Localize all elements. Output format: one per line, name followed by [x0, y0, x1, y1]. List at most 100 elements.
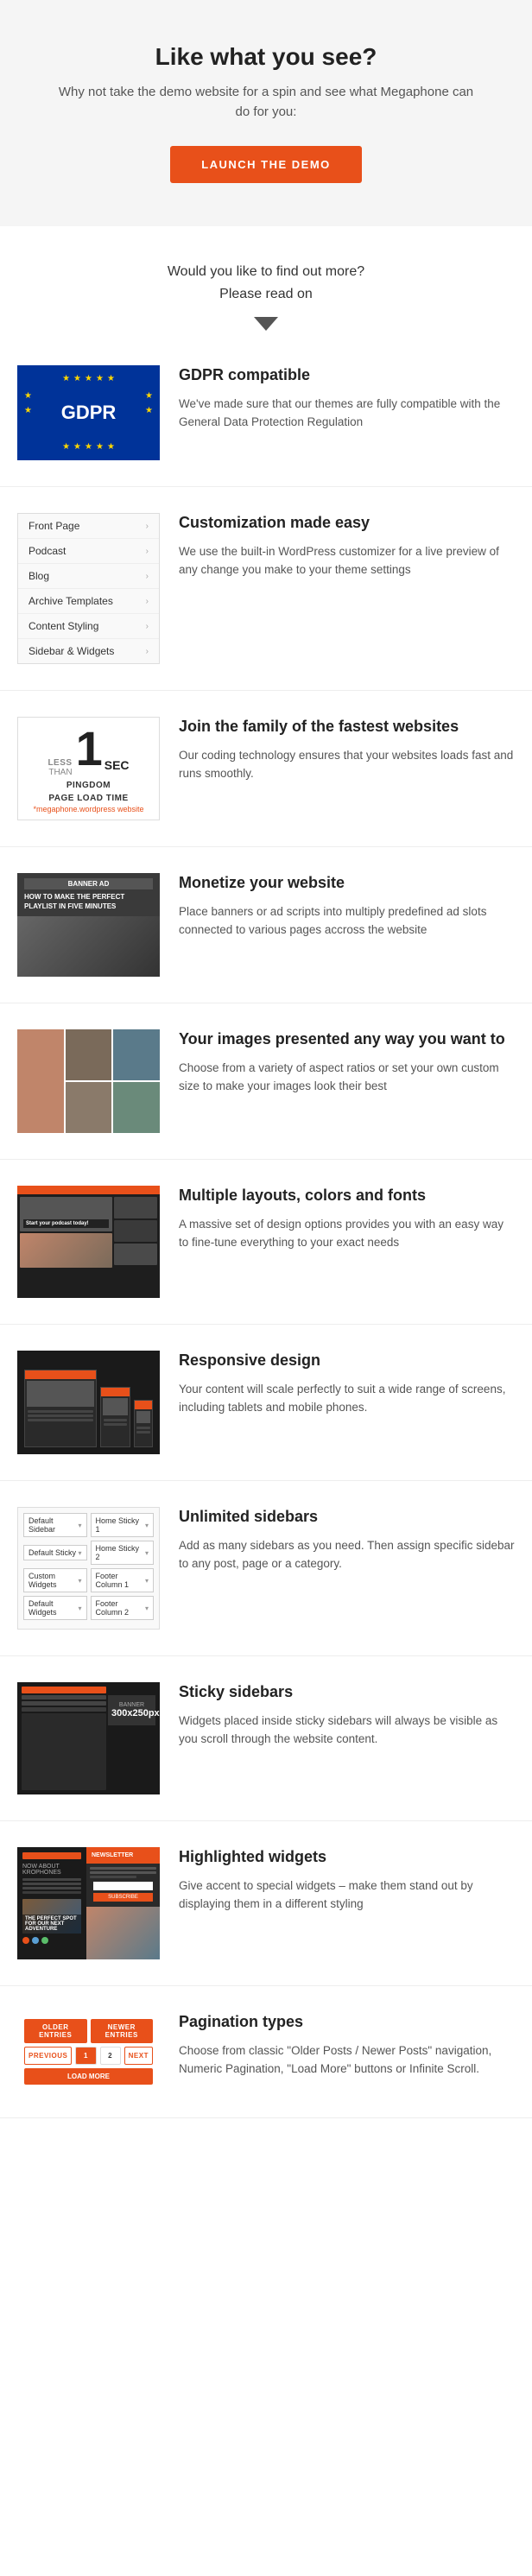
star-icon: ★ — [145, 391, 153, 401]
sidebars-description: Add as many sidebars as you need. Then a… — [179, 1536, 515, 1573]
highlighted-description: Give accent to special widgets – make th… — [179, 1877, 515, 1914]
star-icon: ★ — [24, 406, 32, 415]
mobile-mockup — [134, 1400, 153, 1447]
newer-entries-btn[interactable]: NEWER ENTRIES — [91, 2019, 154, 2043]
menu-item-sidebar-widgets: Sidebar & Widgets › — [18, 639, 159, 663]
gdpr-text: GDPR — [61, 402, 117, 424]
responsive-title: Responsive design — [179, 1351, 515, 1370]
pagination-row-1: OLDER ENTRIES NEWER ENTRIES — [24, 2019, 153, 2043]
image-tile-1 — [17, 1029, 64, 1133]
sticky-banner: BANNER 300x250px — [108, 1695, 155, 1725]
feature-images: Your images presented any way you want t… — [0, 1003, 532, 1160]
newsletter-button-mockup: SUBSCRIBE — [93, 1893, 153, 1902]
layouts-description: A massive set of design options provides… — [179, 1215, 515, 1252]
hero-description: Why not take the demo website for a spin… — [52, 83, 480, 122]
chevron-right-icon: › — [146, 572, 149, 581]
dot-green — [41, 1937, 48, 1944]
images-title: Your images presented any way you want t… — [179, 1029, 515, 1049]
monetize-title: Monetize your website — [179, 873, 515, 893]
sidebar-row-2: Default Sticky ▾ Home Sticky 2 ▾ — [23, 1541, 154, 1565]
sidebars-content: Unlimited sidebars Add as many sidebars … — [179, 1507, 515, 1573]
feature-sidebars: Default Sidebar ▾ Home Sticky 1 ▾ Defaul… — [0, 1481, 532, 1656]
sidebars-title: Unlimited sidebars — [179, 1507, 515, 1527]
feature-responsive: Responsive design Your content will scal… — [0, 1325, 532, 1481]
menu-item-podcast: Podcast › — [18, 539, 159, 564]
menu-mockup: Front Page › Podcast › Blog › Archive Te… — [17, 513, 160, 664]
highlight-dots — [22, 1937, 81, 1944]
pagination-image: OLDER ENTRIES NEWER ENTRIES PREVIOUS 1 2… — [17, 2012, 160, 2092]
star-icon: ★ — [96, 374, 104, 383]
speed-sec-label: SEC — [104, 758, 130, 772]
banner-ad-label: BANNER AD — [24, 878, 153, 889]
load-more-btn[interactable]: LOAD MORE — [24, 2068, 153, 2085]
page-1-btn[interactable]: 1 — [75, 2047, 96, 2065]
image-tile-4 — [66, 1082, 112, 1133]
images-description: Choose from a variety of aspect ratios o… — [179, 1059, 515, 1096]
find-out-section: Would you like to find out more? Please … — [0, 226, 532, 339]
sidebar-row-3: Custom Widgets ▾ Footer Column 1 ▾ — [23, 1568, 154, 1592]
dropdown-arrow-icon: ▾ — [145, 1604, 149, 1612]
speed-link: *megaphone.wordpress website — [33, 805, 143, 813]
speed-title: Join the family of the fastest websites — [179, 717, 515, 737]
pagination-row-2: PREVIOUS 1 2 NEXT — [24, 2047, 153, 2065]
images-collage-wrapper — [17, 1029, 160, 1133]
sidebar-select-sticky: Default Sticky ▾ — [23, 1545, 87, 1560]
older-entries-btn[interactable]: OLDER ENTRIES — [24, 2019, 87, 2043]
feature-gdpr: ★ ★ ★ ★ ★ ★ ★ ★ ★ GDPR ★ ★ — [0, 339, 532, 487]
speed-number-display: 1 — [76, 725, 103, 773]
tablet-mockup — [100, 1387, 130, 1447]
feature-speed: LESS THAN 1 SEC PINGDOM PAGE LOAD TIME *… — [0, 691, 532, 847]
speed-image: LESS THAN 1 SEC PINGDOM PAGE LOAD TIME *… — [17, 717, 160, 820]
sidebar-select-footer1: Footer Column 1 ▾ — [91, 1568, 155, 1592]
customization-description: We use the built-in WordPress customizer… — [179, 542, 515, 579]
layouts-mockup: Start your podcast today! — [17, 1186, 160, 1298]
feature-sticky-sidebars: BANNER 300x250px Sticky sidebars Widgets… — [0, 1656, 532, 1821]
responsive-mockup — [17, 1351, 160, 1454]
pagination-title: Pagination types — [179, 2012, 515, 2032]
menu-item-archive-templates: Archive Templates › — [18, 589, 159, 614]
hero-section: Like what you see? Why not take the demo… — [0, 0, 532, 226]
sticky-content: Sticky sidebars Widgets placed inside st… — [179, 1682, 515, 1749]
dropdown-arrow-icon: ▾ — [78, 1549, 81, 1557]
sticky-sidebars-image: BANNER 300x250px — [17, 1682, 160, 1794]
sidebar-row-4: Default Widgets ▾ Footer Column 2 ▾ — [23, 1596, 154, 1620]
responsive-image — [17, 1351, 160, 1454]
layouts-title: Multiple layouts, colors and fonts — [179, 1186, 515, 1206]
star-icon: ★ — [96, 442, 104, 452]
dot-blue — [32, 1937, 39, 1944]
banner-mockup: BANNER AD HOW TO MAKE THE PERFECT PLAYLI… — [17, 873, 160, 977]
launch-demo-button[interactable]: LAUNCH THE DEMO — [170, 146, 362, 183]
gdpr-description: We've made sure that our themes are full… — [179, 395, 515, 432]
layouts-image: Start your podcast today! — [17, 1186, 160, 1298]
monetize-description: Place banners or ad scripts into multipl… — [179, 902, 515, 940]
sidebar-row-1: Default Sidebar ▾ Home Sticky 1 ▾ — [23, 1513, 154, 1537]
chevron-right-icon: › — [146, 547, 149, 556]
gdpr-image: ★ ★ ★ ★ ★ ★ ★ ★ ★ GDPR ★ ★ — [17, 365, 160, 460]
menu-item-content-styling: Content Styling › — [18, 614, 159, 639]
dropdown-arrow-icon: ▾ — [78, 1604, 81, 1612]
dropdown-arrow-icon: ▾ — [145, 1577, 149, 1585]
newsletter-input-mockup — [93, 1882, 153, 1890]
sticky-description: Widgets placed inside sticky sidebars wi… — [179, 1712, 515, 1749]
banner-size-label: 300x250px — [111, 1708, 152, 1718]
star-icon: ★ — [73, 442, 81, 452]
responsive-content: Responsive design Your content will scal… — [179, 1351, 515, 1417]
feature-layouts: Start your podcast today! Mu — [0, 1160, 532, 1325]
speed-box: LESS THAN 1 SEC PINGDOM PAGE LOAD TIME *… — [17, 717, 160, 820]
pagination-description: Choose from classic "Older Posts / Newer… — [179, 2041, 515, 2079]
next-btn[interactable]: NEXT — [124, 2047, 153, 2065]
responsive-description: Your content will scale perfectly to sui… — [179, 1380, 515, 1417]
newsletter-image-placeholder — [86, 1907, 160, 1959]
sidebar-select-home1: Home Sticky 1 ▾ — [91, 1513, 155, 1537]
highlighted-content: Highlighted widgets Give accent to speci… — [179, 1847, 515, 1914]
feature-customization: Front Page › Podcast › Blog › Archive Te… — [0, 487, 532, 691]
sidebar-select-default: Default Sidebar ▾ — [23, 1513, 87, 1537]
chevron-right-icon: › — [146, 647, 149, 656]
page-2-btn[interactable]: 2 — [100, 2047, 121, 2065]
speed-less-label: LESS — [48, 758, 72, 768]
star-icon: ★ — [85, 374, 92, 383]
sidebars-mockup: Default Sidebar ▾ Home Sticky 1 ▾ Defaul… — [17, 1507, 160, 1630]
dropdown-arrow-icon: ▾ — [78, 1522, 81, 1529]
menu-item-blog: Blog › — [18, 564, 159, 589]
previous-btn[interactable]: PREVIOUS — [24, 2047, 72, 2065]
